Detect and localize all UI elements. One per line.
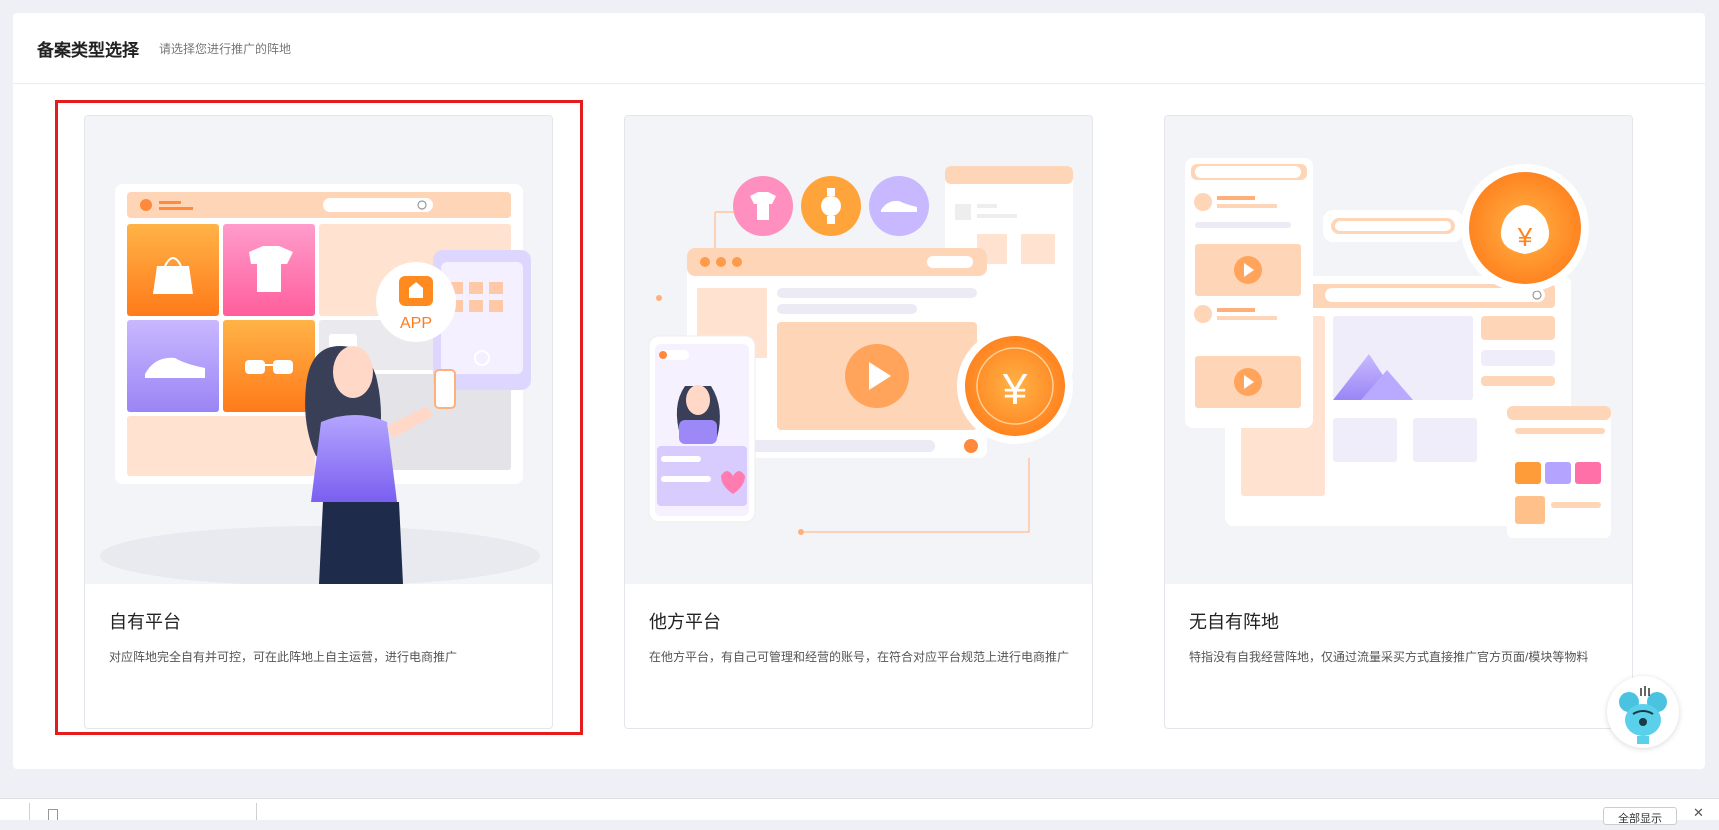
other-platform-illustration: ¥ [625, 116, 1092, 584]
divider [256, 803, 257, 820]
panel-header: 备案类型选择 请选择您进行推广的阵地 [13, 13, 1705, 84]
own-platform-illustration: APP [85, 116, 552, 584]
card-description: 对应阵地完全自有并可控，可在此阵地上自主运营，进行电商推广 [109, 650, 458, 664]
page-subtitle: 请选择您进行推广的阵地 [159, 41, 292, 56]
card-own-platform[interactable]: APP 自有平台 对应阵地完全自有并可控，可在此阵地上自主运营，进行电商推广 [84, 115, 553, 729]
svg-text:APP: APP [400, 315, 432, 332]
page-title: 备案类型选择 [37, 40, 139, 60]
card-description: 在他方平台，有自己可管理和经营的账号，在符合对应平台规范上进行电商推广 [649, 650, 1070, 664]
assistant-mascot-icon [1619, 686, 1667, 744]
divider [29, 803, 30, 820]
card-title: 无自有阵地 [1189, 612, 1279, 632]
svg-text:¥: ¥ [1517, 222, 1533, 252]
show-all-button[interactable]: 全部显示 [1603, 807, 1677, 825]
no-own-platform-illustration: ¥ [1165, 116, 1632, 584]
bottom-download-bar: 全部显示 ✕ [0, 798, 1719, 825]
card-other-platform[interactable]: ¥ 他方平台 在他方平台，有自己可管理和经营的账号，在符合对应平台规范上进行电商… [624, 115, 1093, 729]
card-description: 特指没有自我经营阵地，仅通过流量采买方式直接推广官方页面/模块等物料 [1189, 650, 1589, 664]
card-no-own-platform[interactable]: ¥ 无自有阵地 特指没有自我经营阵地，仅通过流量采买方式直接推广官方页面/模块等… [1164, 115, 1633, 729]
assistant-button[interactable] [1607, 676, 1679, 748]
card-title: 他方平台 [649, 612, 721, 632]
file-icon[interactable] [48, 809, 58, 820]
svg-text:¥: ¥ [1002, 365, 1028, 414]
card-title: 自有平台 [109, 612, 181, 632]
